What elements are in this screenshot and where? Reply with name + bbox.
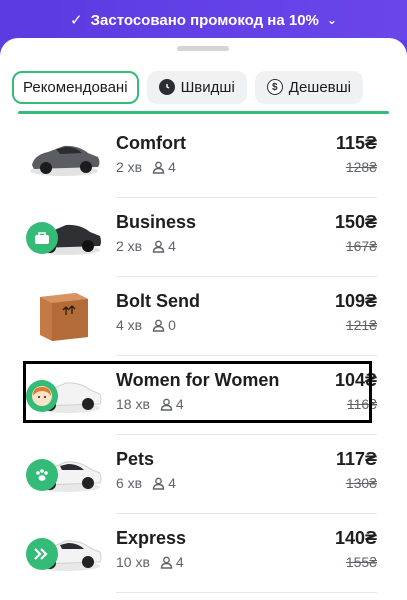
ride-seats: 0 — [168, 317, 176, 333]
chevrons-right-icon — [26, 538, 58, 570]
ride-old-price: 116₴ — [346, 396, 377, 412]
filter-chips: Рекомендовані Швидші $ Дешевші — [0, 62, 407, 112]
ride-eta: 6 хв — [116, 475, 143, 491]
filter-underline — [18, 111, 389, 114]
filter-faster[interactable]: Швидші — [146, 70, 247, 104]
ride-name: Express — [116, 528, 187, 548]
ride-name: Pets — [116, 449, 155, 469]
ride-name: Bolt Send — [116, 291, 200, 311]
ride-option-business[interactable]: Business 2 хв 4 150₴ 167₴ — [0, 198, 407, 277]
person-icon — [160, 398, 173, 411]
ride-list: Comfort 2 хв 4 115₴ 128₴ Business 2 хв 4… — [0, 119, 407, 593]
ride-seats-group: 4 — [160, 554, 184, 570]
ride-name: Business — [116, 212, 197, 232]
ride-meta: 10 хв 4 — [116, 554, 184, 570]
car-image — [26, 364, 102, 422]
ride-old-price: 130₴ — [345, 475, 377, 491]
promo-banner-text: Застосовано промокод на 10% — [90, 11, 319, 29]
ride-seats-group: 4 — [152, 238, 176, 254]
car-image — [26, 206, 102, 264]
ride-meta: 18 хв 4 — [116, 396, 184, 412]
clock-icon — [158, 79, 175, 95]
ride-meta: 2 хв 4 — [116, 238, 176, 254]
chevron-down-icon: ⌄ — [326, 13, 337, 27]
ride-option-comfort[interactable]: Comfort 2 хв 4 115₴ 128₴ — [0, 119, 407, 198]
check-icon: ✓ — [70, 12, 83, 29]
ride-name: Comfort — [116, 133, 186, 153]
car-image — [26, 127, 102, 185]
ride-price: 115₴ — [335, 133, 377, 153]
ride-option-women-for-women[interactable]: Women for Women 18 хв 4 104₴ 116₴ — [0, 356, 407, 435]
filter-cheaper-label: Дешевші — [288, 78, 351, 96]
ride-price: 150₴ — [334, 212, 377, 232]
ride-eta: 10 хв — [116, 554, 150, 570]
ride-eta: 2 хв — [116, 238, 143, 254]
ride-seats-group: 4 — [152, 159, 176, 175]
filter-recommended[interactable]: Рекомендовані — [12, 70, 139, 104]
ride-name: Women for Women — [116, 370, 280, 390]
car-image — [26, 522, 102, 580]
ride-meta: 2 хв 4 — [116, 159, 176, 175]
paw-icon — [26, 459, 58, 491]
dollar-icon: $ — [266, 79, 283, 95]
ride-options-sheet: Рекомендовані Швидші $ Дешевші Comfort 2… — [0, 38, 407, 600]
person-icon — [152, 319, 165, 332]
ride-price: 140₴ — [334, 528, 377, 548]
person-icon — [160, 556, 173, 569]
ride-eta: 4 хв — [116, 317, 143, 333]
ride-seats: 4 — [175, 396, 184, 412]
person-icon — [152, 477, 165, 490]
ride-old-price: 121₴ — [345, 317, 377, 333]
row-divider — [116, 592, 377, 593]
filter-faster-label: Швидші — [180, 78, 235, 96]
ride-option-pets[interactable]: Pets 6 хв 4 117₴ 130₴ — [0, 435, 407, 514]
package-image — [26, 285, 102, 343]
car-image — [26, 443, 102, 501]
ride-old-price: 155₴ — [345, 554, 377, 570]
promo-banner[interactable]: ✓ Застосовано промокод на 10% ⌄ — [0, 0, 407, 40]
ride-seats-group: 4 — [152, 475, 176, 491]
ride-seats-group: 4 — [160, 396, 184, 412]
person-icon — [152, 161, 165, 174]
ride-seats: 4 — [168, 238, 176, 254]
woman-avatar-icon — [26, 380, 58, 412]
ride-old-price: 167₴ — [345, 238, 377, 254]
sheet-drag-handle[interactable] — [177, 46, 229, 51]
ride-old-price: 128₴ — [345, 159, 377, 175]
ride-seats: 4 — [175, 554, 184, 570]
ride-price: 104₴ — [334, 370, 377, 390]
ride-option-express[interactable]: Express 10 хв 4 140₴ 155₴ — [0, 514, 407, 593]
ride-seats: 4 — [168, 159, 176, 175]
briefcase-icon — [26, 222, 58, 254]
ride-price: 109₴ — [334, 291, 377, 311]
person-icon — [152, 240, 165, 253]
ride-meta: 6 хв 4 — [116, 475, 176, 491]
ride-seats-group: 0 — [152, 317, 176, 333]
ride-seats: 4 — [168, 475, 176, 491]
ride-option-bolt-send[interactable]: Bolt Send 4 хв 0 109₴ 121₴ — [0, 277, 407, 356]
ride-meta: 4 хв 0 — [116, 317, 176, 333]
ride-eta: 2 хв — [116, 159, 143, 175]
ride-eta: 18 хв — [116, 396, 150, 412]
filter-cheaper[interactable]: $ Дешевші — [254, 70, 363, 104]
filter-recommended-label: Рекомендовані — [23, 78, 128, 96]
ride-price: 117₴ — [335, 449, 377, 469]
